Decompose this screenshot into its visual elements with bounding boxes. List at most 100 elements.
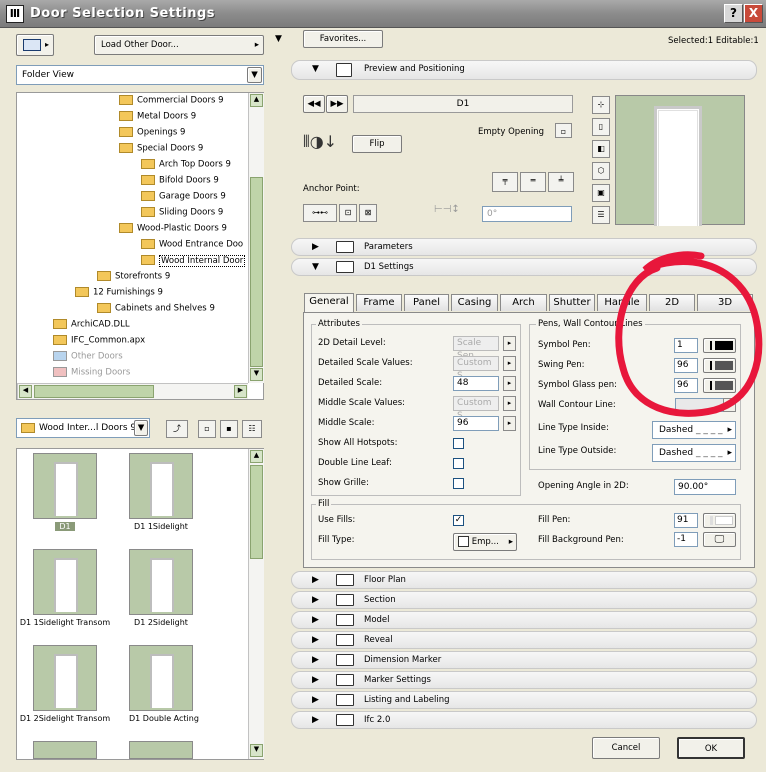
door-thumbnail[interactable]: D1 Double Acting	[129, 645, 225, 723]
door-thumbnail[interactable]: D1	[33, 453, 129, 531]
chevron-right-icon[interactable]: ▸	[503, 356, 516, 371]
favorites-button[interactable]: Favorites...	[303, 30, 383, 48]
anchor-right-icon[interactable]: ⊠	[359, 204, 377, 222]
tree-item[interactable]: 12 Furnishings 9	[75, 287, 163, 303]
section-ifc-2-0[interactable]: ▶ Ifc 2.0	[291, 711, 757, 729]
cancel-button[interactable]: Cancel	[592, 737, 660, 759]
tab-arch[interactable]: Arch	[500, 294, 547, 311]
section-preview-positioning[interactable]: ▼ Preview and Positioning	[291, 60, 757, 80]
section-model[interactable]: ▶ Model	[291, 611, 757, 629]
pen-number-field[interactable]: 96	[674, 358, 698, 373]
attribute-value-field[interactable]: Scale Sen	[453, 336, 499, 361]
tab-3d[interactable]: 3D	[697, 294, 753, 311]
opening-side-c-icon[interactable]: ╧	[548, 172, 574, 192]
ok-button[interactable]: OK	[677, 737, 745, 759]
thumb-vscrollbar[interactable]: ▲ ▼	[248, 449, 264, 759]
next-door-icon[interactable]: ▶▶	[326, 95, 348, 113]
view-elevation-icon[interactable]: ▯	[592, 118, 610, 136]
tab-panel[interactable]: Panel	[404, 294, 449, 311]
pen-number-field[interactable]: 96	[674, 378, 698, 393]
tree-item[interactable]: Metal Doors 9	[119, 111, 196, 127]
pen-color-swatch[interactable]	[703, 338, 736, 353]
door-thumbnail[interactable]: D1 2Sidelight Transom	[20, 645, 129, 723]
tree-item[interactable]: Sliding Doors 9	[141, 207, 223, 223]
opening-side-a-icon[interactable]: ╤	[492, 172, 518, 192]
section-marker-settings[interactable]: ▶ Marker Settings	[291, 671, 757, 689]
tree-hscrollbar[interactable]: ◀ ▶	[17, 383, 248, 399]
list-view-icon[interactable]: ☷	[242, 420, 262, 438]
chevron-down-icon[interactable]: ▼	[247, 67, 262, 83]
anchor-center-icon[interactable]: ⊡	[339, 204, 357, 222]
tab-frame[interactable]: Frame	[356, 294, 402, 311]
tree-item[interactable]: Garage Doors 9	[141, 191, 226, 207]
tree-item[interactable]: Other Doors	[53, 351, 123, 367]
monitor-icon[interactable]: 🖵	[703, 532, 736, 547]
tab-general[interactable]: General	[304, 293, 354, 312]
tab-shutter[interactable]: Shutter	[549, 294, 595, 311]
use-fills-checkbox[interactable]: ✓	[453, 515, 464, 526]
section-parameters[interactable]: ▶ Parameters	[291, 238, 757, 256]
view-list-icon[interactable]: ☰	[592, 206, 610, 224]
view-side-icon[interactable]: ◧	[592, 140, 610, 158]
attribute-value-field[interactable]: 48	[453, 376, 499, 391]
section-floor-plan[interactable]: ▶ Floor Plan	[291, 571, 757, 589]
line-type-inside-select[interactable]: Dashed _ _ _ _ ▸	[652, 421, 736, 439]
pen-color-swatch[interactable]	[703, 358, 736, 373]
section-reveal[interactable]: ▶ Reveal	[291, 631, 757, 649]
section-d1-settings[interactable]: ▼ D1 Settings	[291, 258, 757, 276]
tree-item[interactable]: Wood Internal Door	[141, 254, 246, 271]
chevron-right-icon[interactable]: ▸	[503, 416, 516, 431]
folder-select[interactable]: Wood Inter...l Doors 9 ▼	[16, 418, 150, 438]
tree-item[interactable]: Storefronts 9	[97, 271, 170, 287]
door-thumbnail[interactable]: D1 1Sidelight Transom	[20, 549, 129, 627]
chevron-down-icon[interactable]: ▼	[134, 420, 148, 436]
fill-bg-pen-field[interactable]: -1	[674, 532, 698, 547]
previous-door-icon[interactable]: ◀◀	[303, 95, 325, 113]
attribute-value-field[interactable]: 96	[453, 416, 499, 431]
pen-color-swatch[interactable]	[703, 378, 736, 393]
view-plan-icon[interactable]: ⊹	[592, 96, 610, 114]
angle-field[interactable]: 0°	[482, 206, 572, 222]
tree-item[interactable]: ArchiCAD.DLL	[53, 319, 130, 335]
folder-view-select[interactable]: Folder View ▼	[16, 65, 264, 85]
tree-item[interactable]: Wood-Plastic Doors 9	[119, 223, 227, 239]
door-thumbnail[interactable]: D1 1Sidelight	[129, 453, 225, 531]
tree-item[interactable]: Missing Doors	[53, 367, 130, 383]
tab-2d[interactable]: 2D	[649, 294, 695, 311]
small-icons-view-icon[interactable]: ▪	[220, 420, 238, 438]
pen-number-field[interactable]: 1	[674, 338, 698, 353]
door-thumbnail-list[interactable]: D1 D1 1Sidelight D1 1Sidelight Transom D1 2…	[16, 448, 264, 760]
view-mode-button[interactable]: ▸	[16, 34, 54, 56]
attribute-value-field[interactable]: Custom S	[453, 396, 499, 421]
tree-item[interactable]: Wood Entrance Doo	[141, 239, 243, 255]
flip-button[interactable]: Flip	[352, 135, 402, 153]
section-listing-and-labeling[interactable]: ▶ Listing and Labeling	[291, 691, 757, 709]
help-button[interactable]: ?	[724, 4, 743, 23]
tree-item[interactable]: Bifold Doors 9	[141, 175, 219, 191]
tab-casing[interactable]: Casing	[451, 294, 498, 311]
door-name-field[interactable]: D1	[353, 95, 573, 113]
tree-item[interactable]: IFC_Common.apx	[53, 335, 145, 351]
empty-opening-toggle[interactable]: ▫	[555, 123, 572, 138]
load-other-door-button[interactable]: Load Other Door... ▸	[94, 35, 264, 55]
tree-item[interactable]: Commercial Doors 9	[119, 95, 224, 111]
section-section[interactable]: ▶ Section	[291, 591, 757, 609]
view-3d-icon[interactable]: ⬡	[592, 162, 610, 180]
fill-pen-field[interactable]: 91	[674, 513, 698, 528]
view-section-icon[interactable]: ▣	[592, 184, 610, 202]
door-thumbnail[interactable]: D1 2Sidelight	[129, 549, 225, 627]
attribute-checkbox[interactable]	[453, 458, 464, 469]
chevron-right-icon[interactable]: ▸	[503, 396, 516, 411]
tree-vscrollbar[interactable]: ▲ ▼	[248, 93, 264, 383]
opening-angle-field[interactable]: 90.00°	[674, 479, 736, 495]
chevron-right-icon[interactable]: ▸	[723, 398, 736, 412]
chevron-right-icon[interactable]: ▸	[503, 376, 516, 391]
tree-item[interactable]: Openings 9	[119, 127, 185, 143]
attribute-checkbox[interactable]	[453, 438, 464, 449]
tab-handle[interactable]: Handle	[597, 294, 647, 311]
opening-side-b-icon[interactable]: ═	[520, 172, 546, 192]
folder-up-icon[interactable]: ⤴	[166, 420, 188, 438]
folder-tree[interactable]: Commercial Doors 9 Metal Doors 9 Openings …	[16, 92, 264, 400]
tree-item[interactable]: Cabinets and Shelves 9	[97, 303, 215, 319]
fill-type-select[interactable]: Emp... ▸	[453, 533, 517, 551]
